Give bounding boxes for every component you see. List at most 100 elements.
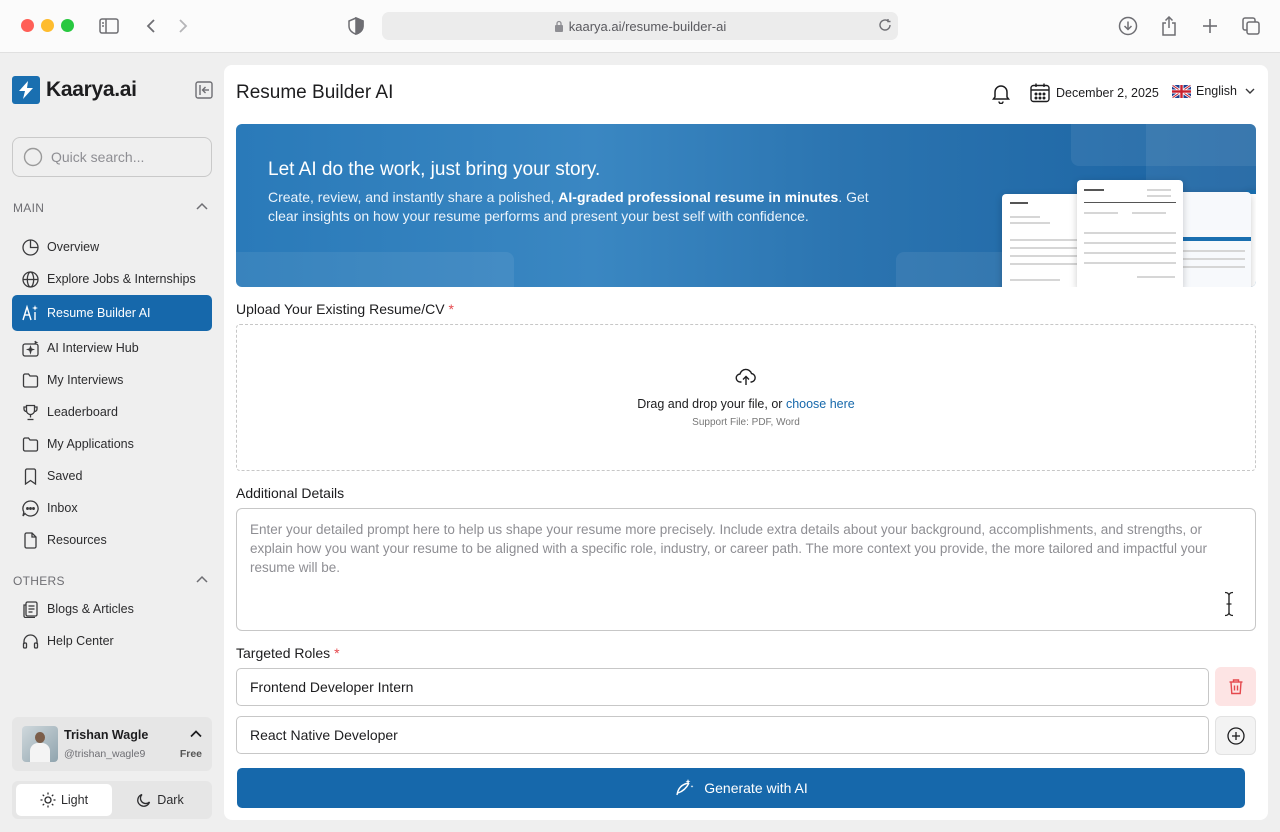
user-name: Trishan Wagle (64, 728, 149, 742)
uk-flag-icon (1172, 84, 1191, 98)
user-handle: @trishan_wagle9 (64, 748, 146, 760)
sidebar-toggle-icon[interactable] (97, 14, 121, 38)
cloud-upload-icon (735, 366, 757, 388)
sidebar-item-saved[interactable]: Saved (12, 460, 212, 492)
zoom-window-button[interactable] (61, 19, 74, 32)
sidebar-item-label: My Interviews (47, 373, 124, 387)
folder-icon (21, 371, 39, 389)
additional-details-label: Additional Details (236, 485, 345, 501)
role-input-2[interactable] (236, 716, 1209, 754)
sidebar-item-resume-builder[interactable]: Resume Builder AI (12, 295, 212, 331)
resume-dropzone[interactable]: Drag and drop your file, or choose here … (236, 324, 1256, 471)
generate-label: Generate with AI (704, 780, 808, 796)
sidebar-item-overview[interactable]: Overview (12, 231, 212, 263)
headphones-icon (21, 632, 39, 650)
hero-banner: Let AI do the work, just bring your stor… (236, 124, 1256, 287)
sidebar-item-my-interviews[interactable]: My Interviews (12, 364, 212, 396)
supported-formats: Support File: PDF, Word (692, 417, 800, 428)
reload-icon[interactable] (878, 18, 892, 32)
user-profile-card[interactable]: Trishan Wagle @trishan_wagle9 Free (12, 717, 212, 771)
main-section-label: MAIN (13, 201, 45, 215)
brand-name: Kaarya.ai (46, 78, 137, 101)
banner-description: Create, review, and instantly share a po… (268, 189, 869, 224)
pie-chart-icon (21, 238, 39, 256)
calendar-icon[interactable] (1029, 82, 1051, 104)
upload-label: Upload Your Existing Resume/CV * (236, 301, 454, 317)
dropzone-instructions: Drag and drop your file, or choose here (637, 397, 855, 411)
brand-logo[interactable]: Kaarya.ai (12, 76, 137, 104)
sidebar-item-blogs[interactable]: Blogs & Articles (12, 593, 212, 625)
dark-label: Dark (157, 793, 184, 807)
targeted-roles-label: Targeted Roles * (236, 645, 340, 661)
light-theme-button[interactable]: Light (16, 784, 112, 816)
trash-icon (1228, 678, 1244, 695)
light-label: Light (60, 793, 89, 807)
sidebar-item-resources[interactable]: Resources (12, 524, 212, 556)
sidebar: Kaarya.ai MAIN Overview Explore Jobs & I… (0, 53, 224, 832)
sidebar-item-help-center[interactable]: Help Center (12, 625, 212, 657)
back-icon[interactable] (139, 14, 163, 38)
sidebar-item-label: Leaderboard (47, 405, 118, 419)
language-selector[interactable]: English (1172, 84, 1257, 98)
close-window-button[interactable] (21, 19, 34, 32)
plan-badge: Free (179, 748, 202, 760)
sidebar-item-label: Blogs & Articles (47, 602, 134, 616)
tab-overview-icon[interactable] (1239, 14, 1263, 38)
sidebar-item-explore-jobs[interactable]: Explore Jobs & Internships (12, 263, 212, 295)
sidebar-item-label: My Applications (47, 437, 134, 451)
browser-toolbar: kaarya.ai/resume-builder-ai (0, 0, 1280, 53)
sidebar-item-label: Overview (47, 240, 100, 254)
magic-wand-icon (674, 778, 694, 798)
search-input[interactable] (51, 149, 201, 165)
main-panel: Resume Builder AI December 2, 2025 Engli… (224, 65, 1268, 820)
resume-preview-front (1077, 180, 1183, 287)
add-role-button[interactable] (1215, 716, 1256, 755)
sidebar-item-label: Saved (47, 469, 83, 483)
address-bar[interactable]: kaarya.ai/resume-builder-ai (382, 12, 898, 40)
chevron-up-icon[interactable] (194, 572, 210, 588)
quick-search[interactable] (12, 137, 212, 177)
theme-toggle: Light Dark (12, 781, 212, 819)
current-date: December 2, 2025 (1056, 86, 1159, 100)
document-icon (21, 531, 39, 549)
share-icon[interactable] (1157, 14, 1181, 38)
additional-details-textarea[interactable] (236, 508, 1256, 631)
search-icon (23, 147, 43, 167)
folder-icon (21, 435, 39, 453)
sidebar-item-label: Inbox (47, 501, 78, 515)
page-title: Resume Builder AI (236, 82, 394, 103)
sidebar-item-my-applications[interactable]: My Applications (12, 428, 212, 460)
sidebar-item-label: Explore Jobs & Internships (47, 272, 196, 286)
chevron-up-icon[interactable] (194, 199, 210, 215)
kaarya-logo-icon (12, 76, 40, 104)
language-label: English (1196, 84, 1237, 98)
banner-title: Let AI do the work, just bring your stor… (268, 159, 601, 180)
resume-preview-back (1171, 192, 1251, 287)
choose-file-link[interactable]: choose here (786, 397, 855, 411)
bell-icon[interactable] (990, 82, 1012, 104)
forward-icon[interactable] (171, 14, 195, 38)
ai-text-icon (21, 304, 39, 322)
collapse-sidebar-icon[interactable] (194, 80, 214, 100)
sidebar-item-label: Help Center (47, 634, 114, 648)
sidebar-item-leaderboard[interactable]: Leaderboard (12, 396, 212, 428)
sidebar-item-label: Resources (47, 533, 107, 547)
sidebar-item-label: AI Interview Hub (47, 341, 139, 355)
avatar (22, 726, 58, 762)
lock-icon (554, 20, 564, 32)
generate-with-ai-button[interactable]: Generate with AI (237, 768, 1245, 808)
role-input-1[interactable] (236, 668, 1209, 706)
sidebar-item-label: Resume Builder AI (47, 306, 151, 320)
sparkle-camera-icon (21, 339, 39, 357)
sidebar-item-inbox[interactable]: Inbox (12, 492, 212, 524)
dark-theme-button[interactable]: Dark (112, 784, 208, 816)
chat-icon (21, 499, 39, 517)
delete-role-button[interactable] (1215, 667, 1256, 706)
sidebar-item-ai-interview-hub[interactable]: AI Interview Hub (12, 332, 212, 364)
moon-icon (136, 792, 152, 808)
chevron-up-icon[interactable] (188, 726, 204, 742)
download-icon[interactable] (1116, 14, 1140, 38)
minimize-window-button[interactable] (41, 19, 54, 32)
new-tab-icon[interactable] (1198, 14, 1222, 38)
privacy-shield-icon[interactable] (344, 14, 368, 38)
